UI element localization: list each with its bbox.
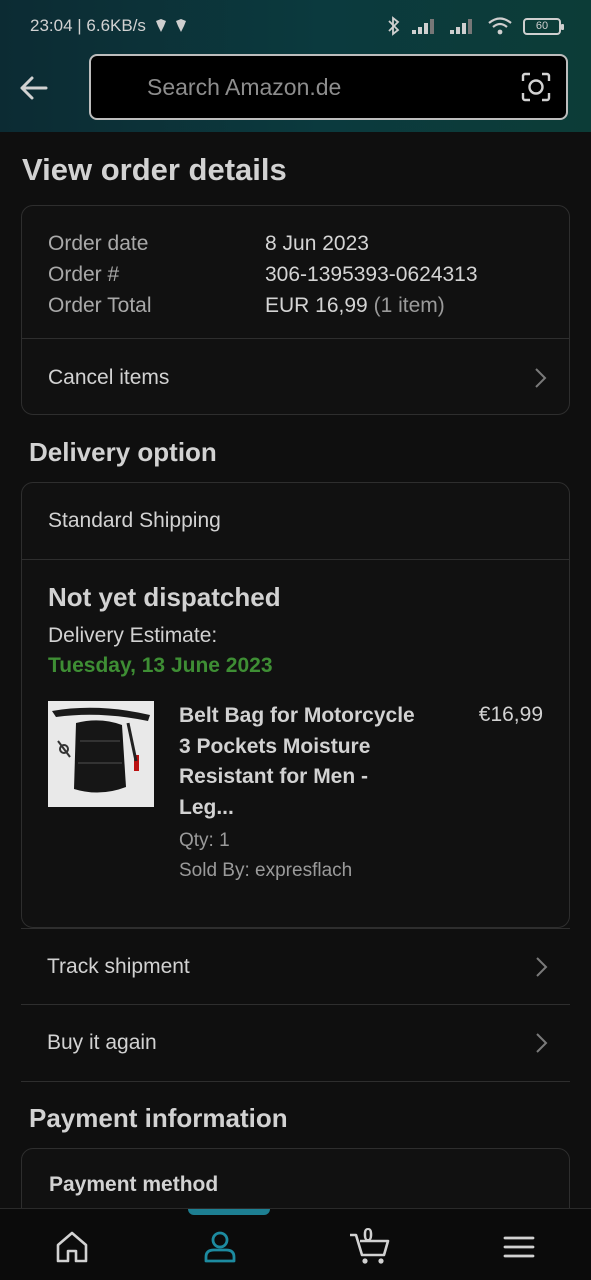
bottom-navigation: 0 bbox=[0, 1208, 591, 1280]
back-arrow-icon[interactable] bbox=[16, 70, 52, 106]
order-date-label: Order date bbox=[48, 232, 149, 255]
status-bar: 23:04 | 6.6KB/s 60 bbox=[30, 12, 564, 40]
wifi-icon bbox=[488, 17, 512, 35]
search-input[interactable]: Search Amazon.de bbox=[147, 74, 520, 101]
delivery-card: Standard Shipping Not yet dispatched Del… bbox=[21, 482, 570, 928]
order-date-value: 8 Jun 2023 bbox=[265, 232, 369, 255]
page-title: View order details bbox=[22, 152, 287, 187]
signal-icon bbox=[412, 19, 434, 34]
order-total-label: Order Total bbox=[48, 294, 152, 317]
order-number-label: Order # bbox=[48, 263, 120, 286]
product-title[interactable]: Belt Bag for Motorcycle 3 Pockets Moistu… bbox=[179, 701, 424, 823]
notification-icon bbox=[155, 19, 186, 32]
signal-icon-2 bbox=[450, 19, 472, 34]
buy-it-again-link[interactable]: Buy it again bbox=[21, 1005, 570, 1082]
battery-icon: 60 bbox=[523, 17, 564, 35]
account-icon[interactable] bbox=[200, 1227, 240, 1267]
product-seller: Sold By: expresflach bbox=[179, 860, 353, 881]
cancel-items-link[interactable]: Cancel items bbox=[22, 339, 569, 414]
product-quantity: Qty: 1 bbox=[179, 830, 230, 851]
home-icon[interactable] bbox=[52, 1227, 92, 1267]
battery-level: 60 bbox=[535, 20, 549, 32]
menu-icon[interactable] bbox=[499, 1227, 539, 1267]
chevron-right-icon bbox=[536, 1033, 548, 1053]
order-date-row: Order date 8 Jun 2023 bbox=[48, 228, 543, 259]
dispatch-status: Not yet dispatched bbox=[48, 582, 281, 612]
status-time: 23:04 | 6.6KB/s bbox=[30, 16, 146, 35]
order-total-amount: EUR 16,99 bbox=[265, 294, 368, 317]
order-total-value: EUR 16,99 (1 item) bbox=[265, 290, 445, 321]
chevron-right-icon bbox=[535, 367, 547, 388]
buy-it-again-label: Buy it again bbox=[47, 1031, 157, 1054]
bluetooth-icon bbox=[388, 16, 400, 36]
top-bar: 23:04 | 6.6KB/s 60 Search Amazon.de bbox=[0, 0, 591, 132]
search-bar[interactable]: Search Amazon.de bbox=[89, 54, 568, 120]
order-number-value: 306-1395393-0624313 bbox=[265, 263, 478, 286]
product-price: €16,99 bbox=[478, 703, 543, 726]
belt-bag-image bbox=[48, 701, 154, 807]
delivery-estimate-label: Delivery Estimate: bbox=[48, 624, 218, 647]
order-actions-list: Track shipment Buy it again bbox=[21, 928, 570, 1082]
delivery-option-heading: Delivery option bbox=[29, 437, 217, 467]
track-shipment-link[interactable]: Track shipment bbox=[21, 928, 570, 1005]
order-item-count: (1 item) bbox=[373, 294, 445, 317]
chevron-right-icon bbox=[536, 956, 548, 977]
payment-information-heading: Payment information bbox=[29, 1103, 288, 1133]
order-summary-card: Order date 8 Jun 2023 Order # 306-139539… bbox=[21, 205, 570, 415]
product-image[interactable] bbox=[48, 701, 154, 807]
camera-search-icon[interactable] bbox=[520, 71, 552, 103]
order-total-row: Order Total EUR 16,99 (1 item) bbox=[48, 290, 543, 321]
track-shipment-label: Track shipment bbox=[47, 954, 190, 978]
delivery-estimate-date: Tuesday, 13 June 2023 bbox=[48, 654, 273, 677]
active-tab-indicator bbox=[188, 1209, 270, 1215]
cart-count: 0 bbox=[363, 1225, 374, 1245]
order-number-row: Order # 306-1395393-0624313 bbox=[48, 259, 543, 290]
cancel-items-label: Cancel items bbox=[48, 365, 170, 389]
order-item[interactable]: Belt Bag for Motorcycle 3 Pockets Moistu… bbox=[48, 701, 543, 886]
cart-button[interactable]: 0 bbox=[348, 1225, 392, 1267]
shipping-method: Standard Shipping bbox=[48, 509, 221, 532]
